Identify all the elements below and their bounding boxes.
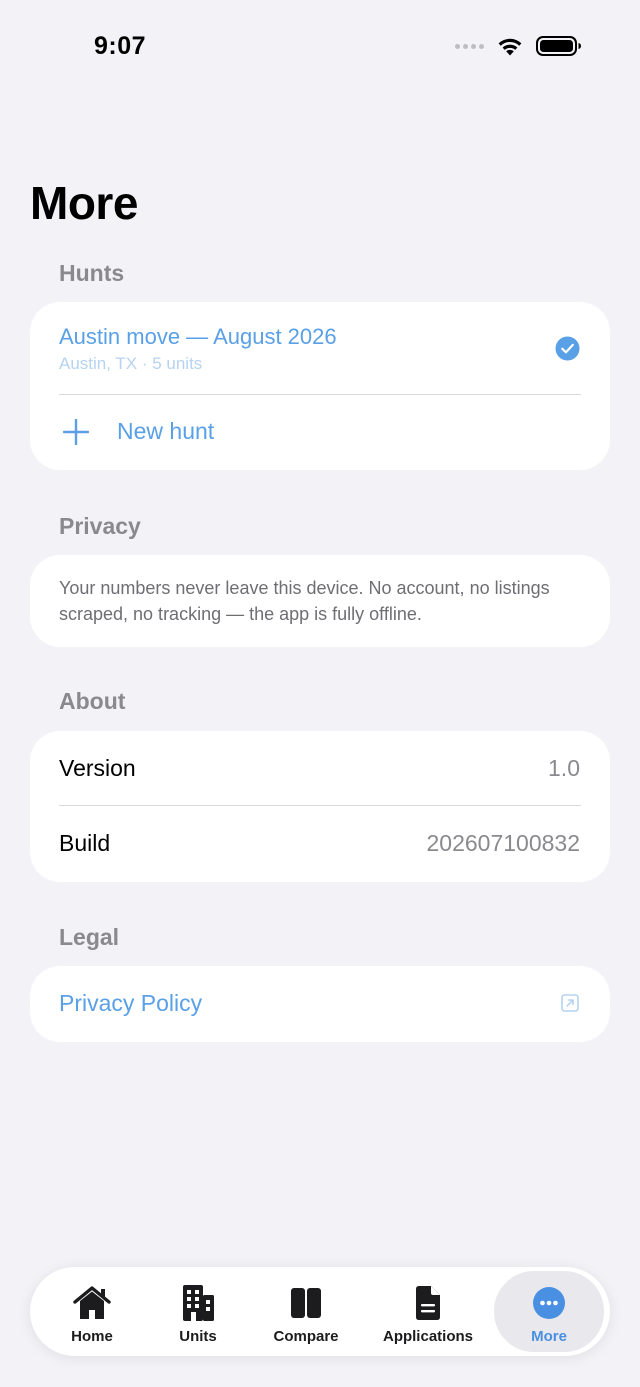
split-rectangle-icon (286, 1283, 326, 1323)
new-hunt-button[interactable]: New hunt (30, 395, 610, 470)
version-label: Version (59, 755, 136, 781)
build-row: Build 202607100832 (30, 806, 610, 881)
tab-bar: Home Units Compare Applications More (30, 1267, 610, 1356)
privacy-policy-label: Privacy Policy (59, 990, 203, 1016)
building-icon (178, 1283, 218, 1323)
section-header-about: About (59, 688, 126, 714)
hunt-title: Austin move — August 2026 (59, 324, 337, 349)
hunts-card: Austin move — August 2026 Austin, TX · 5… (30, 302, 610, 470)
tab-label: More (531, 1328, 567, 1345)
hunt-subtitle: Austin, TX · 5 units (59, 354, 203, 373)
tab-compare[interactable]: Compare (258, 1271, 354, 1352)
tab-label: Compare (273, 1328, 339, 1345)
tab-more[interactable]: More (494, 1271, 604, 1352)
privacy-card: Your numbers never leave this device. No… (30, 555, 610, 647)
tab-applications[interactable]: Applications (370, 1271, 486, 1352)
new-hunt-label: New hunt (117, 418, 215, 444)
tab-label: Units (179, 1328, 217, 1345)
privacy-text: Your numbers never leave this device. No… (59, 578, 550, 624)
hunt-item[interactable]: Austin move — August 2026 Austin, TX · 5… (30, 302, 610, 394)
ellipsis-circle-icon (529, 1283, 569, 1323)
version-value: 1.0 (548, 755, 580, 781)
privacy-policy-link[interactable]: Privacy Policy (30, 966, 610, 1042)
version-row: Version 1.0 (30, 731, 610, 806)
page-title: More (30, 177, 138, 229)
status-bar: 9:07 (0, 0, 640, 95)
external-link-icon (561, 994, 579, 1012)
wifi-icon (498, 38, 522, 56)
status-indicators (455, 35, 582, 57)
cellular-signal-icon (455, 43, 484, 49)
battery-icon (536, 36, 581, 56)
section-header-hunts: Hunts (59, 260, 125, 286)
section-header-privacy: Privacy (59, 513, 141, 539)
plus-icon (63, 419, 89, 445)
tab-label: Home (71, 1328, 113, 1345)
build-label: Build (59, 830, 111, 856)
section-header-legal: Legal (59, 924, 120, 950)
tab-label: Applications (382, 1328, 473, 1345)
status-time: 9:07 (94, 32, 147, 60)
tab-units[interactable]: Units (152, 1271, 244, 1352)
document-icon (408, 1283, 448, 1323)
checkmark-circle-icon (555, 336, 580, 361)
house-icon (72, 1283, 112, 1323)
about-card: Version 1.0 Build 202607100832 (30, 731, 610, 882)
build-value: 202607100832 (426, 830, 581, 856)
tab-home[interactable]: Home (46, 1271, 138, 1352)
